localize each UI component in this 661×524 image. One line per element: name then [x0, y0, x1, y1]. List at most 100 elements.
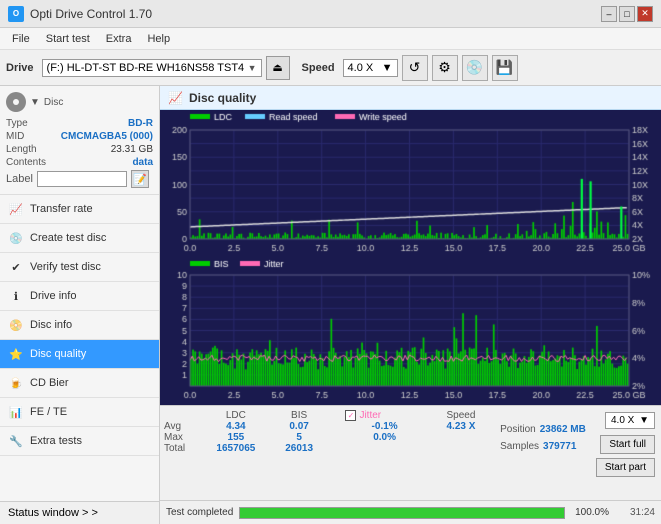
sidebar-item-verify-test-disc[interactable]: ✔ Verify test disc	[0, 253, 159, 282]
sidebar-item-cd-bier[interactable]: 🍺 CD Bier	[0, 369, 159, 398]
create-test-disc-icon: 💿	[8, 230, 24, 246]
sidebar-item-drive-info[interactable]: ℹ Drive info	[0, 282, 159, 311]
status-text: Test completed	[166, 507, 233, 518]
avg-speed: 4.23 X	[430, 421, 492, 432]
speed-combo-box[interactable]: 4.0 X ▼	[605, 412, 655, 429]
length-label: Length	[6, 144, 37, 155]
extra-tests-icon: 🔧	[8, 433, 24, 449]
stats-table-container: LDC BIS ✓ Jitter Speed	[164, 410, 492, 454]
mid-value: CMCMAGBA5 (000)	[61, 131, 153, 142]
sidebar-item-disc-quality[interactable]: ⭐ Disc quality	[0, 340, 159, 369]
total-bis: 26013	[273, 443, 326, 454]
settings-button[interactable]: ⚙	[432, 55, 458, 81]
type-value: BD-R	[128, 118, 153, 129]
jitter-header: ✓ Jitter	[339, 410, 429, 421]
drive-dropdown-arrow: ▼	[248, 63, 257, 73]
main-area: ▼ Disc Type BD-R MID CMCMAGBA5 (000) Len…	[0, 86, 661, 524]
title-bar: O Opti Drive Control 1.70 – □ ✕	[0, 0, 661, 28]
jitter-label: Jitter	[359, 410, 381, 421]
speed-combo-arrow: ▼	[639, 415, 649, 426]
start-full-button[interactable]: Start full	[600, 435, 655, 454]
disc-quality-icon: ⭐	[8, 346, 24, 362]
actions-area: 4.0 X ▼ Start full Start part	[594, 410, 657, 479]
start-part-button[interactable]: Start part	[596, 458, 655, 477]
sidebar-item-disc-info[interactable]: 📀 Disc info	[0, 311, 159, 340]
top-chart	[160, 110, 661, 257]
bottom-chart	[160, 257, 661, 404]
type-label: Type	[6, 118, 28, 129]
menu-extra[interactable]: Extra	[98, 31, 140, 47]
position-label: Position	[500, 424, 536, 435]
max-label: Max	[164, 432, 199, 443]
disc-icon	[6, 92, 26, 112]
max-ldc: 155	[199, 432, 273, 443]
contents-label: Contents	[6, 157, 46, 168]
menu-bar: File Start test Extra Help	[0, 28, 661, 50]
total-ldc: 1657065	[199, 443, 273, 454]
speed-header: Speed	[430, 410, 492, 421]
speed-label: Speed	[302, 62, 335, 74]
app-icon: O	[8, 6, 24, 22]
menu-help[interactable]: Help	[139, 31, 178, 47]
toolbar: Drive (F:) HL-DT-ST BD-RE WH16NS58 TST4 …	[0, 50, 661, 86]
content-area: 📈 Disc quality LDC BIS	[160, 86, 661, 524]
menu-start-test[interactable]: Start test	[38, 31, 98, 47]
total-label: Total	[164, 443, 199, 454]
status-window-label: Status window > >	[8, 507, 98, 519]
progress-bar-area: Test completed 100.0% 31:24	[160, 500, 661, 524]
eject-button[interactable]: ⏏	[266, 56, 290, 80]
disc-quality-header-icon: 📈	[168, 91, 183, 105]
avg-ldc: 4.34	[199, 421, 273, 432]
transfer-rate-icon: 📈	[8, 201, 24, 217]
window-controls: – □ ✕	[601, 6, 653, 22]
label-input[interactable]	[37, 171, 127, 187]
disc-panel: ▼ Disc Type BD-R MID CMCMAGBA5 (000) Len…	[0, 86, 159, 195]
verify-test-disc-icon: ✔	[8, 259, 24, 275]
mid-label: MID	[6, 131, 24, 142]
avg-bis: 0.07	[273, 421, 326, 432]
position-samples: Position 23862 MB Samples 379771	[494, 410, 592, 452]
disc-quality-header: 📈 Disc quality	[160, 86, 661, 110]
sidebar-item-transfer-rate[interactable]: 📈 Transfer rate	[0, 195, 159, 224]
drive-label: Drive	[6, 62, 34, 74]
progress-bar-track	[239, 507, 565, 519]
samples-label: Samples	[500, 441, 539, 452]
samples-value: 379771	[543, 441, 576, 452]
minimize-button[interactable]: –	[601, 6, 617, 22]
label-edit-button[interactable]: 📝	[131, 170, 149, 188]
menu-file[interactable]: File	[4, 31, 38, 47]
ldc-header: LDC	[199, 410, 273, 421]
close-button[interactable]: ✕	[637, 6, 653, 22]
sidebar-item-fe-te[interactable]: 📊 FE / TE	[0, 398, 159, 427]
disc-info-icon: 📀	[8, 317, 24, 333]
speed-combo-value: 4.0 X	[611, 415, 634, 426]
progress-percent: 100.0%	[571, 507, 609, 518]
sidebar-item-create-test-disc[interactable]: 💿 Create test disc	[0, 224, 159, 253]
drive-value: (F:) HL-DT-ST BD-RE WH16NS58 TST4	[47, 62, 248, 74]
stats-area: LDC BIS ✓ Jitter Speed	[160, 405, 661, 500]
drive-info-icon: ℹ	[8, 288, 24, 304]
refresh-button[interactable]: ↺	[402, 55, 428, 81]
position-value: 23862 MB	[540, 424, 586, 435]
charts-area	[160, 110, 661, 405]
drive-selector[interactable]: (F:) HL-DT-ST BD-RE WH16NS58 TST4 ▼	[42, 59, 262, 77]
disc-button[interactable]: 💿	[462, 55, 488, 81]
avg-label: Avg	[164, 421, 199, 432]
speed-selector[interactable]: 4.0 X ▼	[343, 59, 398, 77]
progress-time: 31:24	[615, 507, 655, 518]
maximize-button[interactable]: □	[619, 6, 635, 22]
sidebar: ▼ Disc Type BD-R MID CMCMAGBA5 (000) Len…	[0, 86, 160, 524]
jitter-checkbox[interactable]: ✓	[345, 410, 356, 421]
sidebar-item-extra-tests[interactable]: 🔧 Extra tests	[0, 427, 159, 456]
disc-quality-title: Disc quality	[189, 91, 256, 105]
disc-panel-collapse[interactable]: ▼	[30, 97, 40, 108]
avg-jitter: -0.1%	[339, 421, 429, 432]
cd-bier-icon: 🍺	[8, 375, 24, 391]
bis-header: BIS	[273, 410, 326, 421]
save-button[interactable]: 💾	[492, 55, 518, 81]
progress-bar-fill	[240, 508, 564, 518]
max-bis: 5	[273, 432, 326, 443]
status-window[interactable]: Status window > >	[0, 501, 159, 524]
max-jitter: 0.0%	[339, 432, 429, 443]
label-label: Label	[6, 173, 33, 185]
